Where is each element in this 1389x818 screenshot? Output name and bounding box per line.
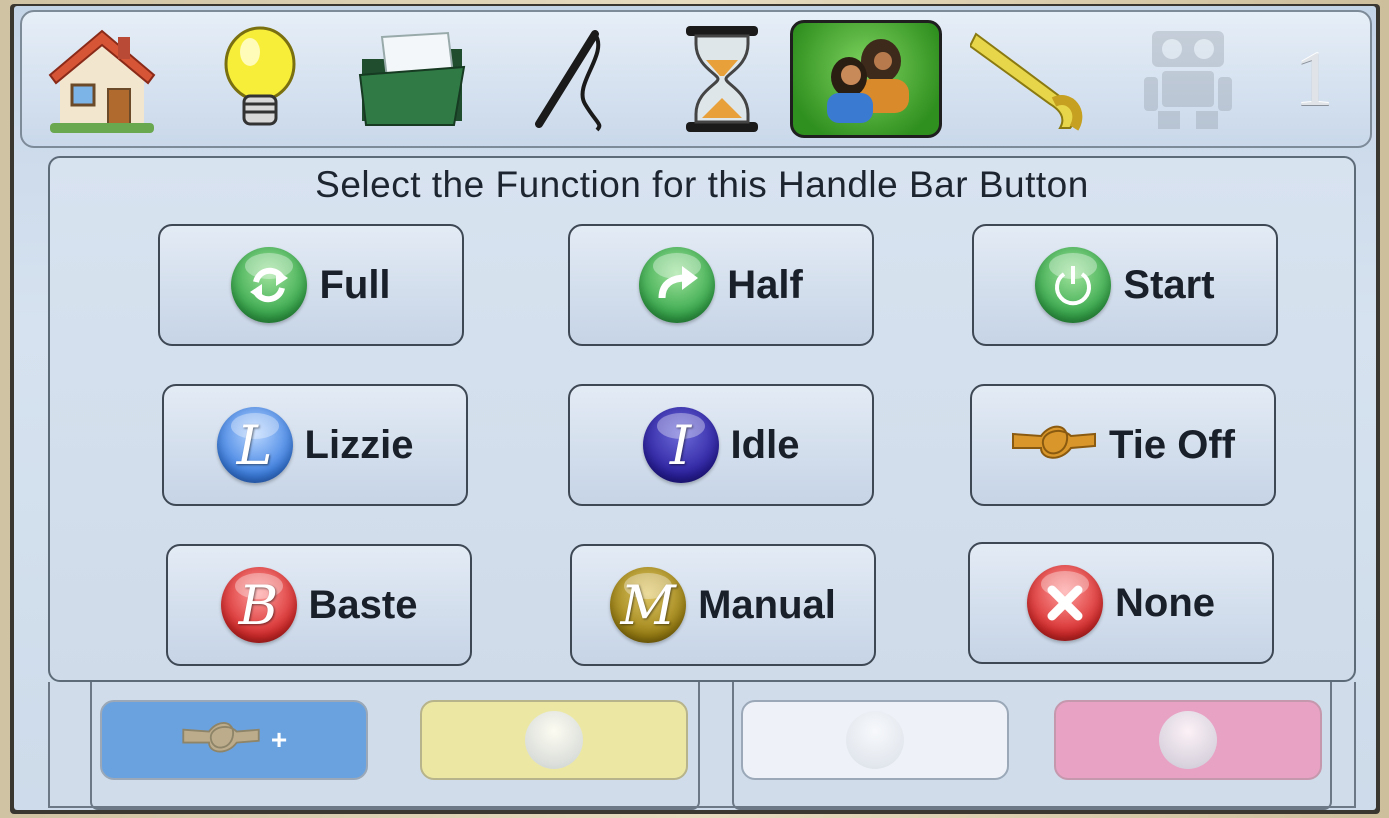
power-icon [1035,247,1112,323]
baste-button-label: Baste [308,582,418,627]
close-x-icon [1027,565,1103,641]
idle-button-label: Idle [730,422,800,467]
none-button-label: None [1115,580,1215,625]
lizzie-button[interactable]: L Lizzie [162,384,468,506]
start-button-label: Start [1123,262,1215,307]
letter-b: B [238,573,279,637]
tie-off-button[interactable]: Tie Off [970,384,1276,506]
manual-button-label: Manual [698,582,836,627]
forward-arrow-icon [639,247,716,323]
cycle-arrows-icon [846,711,904,769]
manual-button[interactable]: M Manual [570,544,876,666]
letter-l: L [236,413,273,477]
hourglass-icon[interactable] [662,20,782,138]
handlebar-slot-1[interactable]: + [100,700,368,780]
touch-screen: 1 Select the Function for this Handle Ba… [10,4,1380,814]
none-button[interactable]: None [968,542,1274,664]
handlebar-slot-4[interactable] [1054,700,1322,780]
tie-off-button-label: Tie Off [1109,422,1235,467]
house-icon[interactable] [42,20,162,138]
cycle-arrows-icon [231,247,308,323]
forward-arrow-icon [525,711,583,769]
half-button-label: Half [727,262,803,307]
page-title: Select the Function for this Handle Bar … [315,164,1089,205]
letter-i: I [669,413,692,477]
letter-i-icon: I [642,407,719,483]
idle-button[interactable]: I Idle [568,384,874,506]
needle-icon[interactable] [510,20,630,138]
function-select-panel: Select the Function for this Handle Bar … [48,156,1356,682]
plus-sign: + [270,724,288,755]
baste-button[interactable]: B Baste [166,544,472,666]
start-button[interactable]: Start [972,224,1278,346]
handlebar-slot-2[interactable] [420,700,688,780]
folder-icon[interactable] [352,20,472,138]
full-button[interactable]: Full [158,224,464,346]
power-icon [1159,711,1217,769]
page-number: 1 [1294,35,1334,122]
robot-icon [1128,20,1248,138]
lightbulb-icon[interactable] [200,20,320,138]
full-button-label: Full [319,262,391,307]
measuring-tape-icon[interactable] [970,20,1090,138]
handlebar-slot-3[interactable] [741,700,1009,780]
knot-icon [181,715,261,766]
letter-b-icon: B [220,567,297,643]
letter-m: M [620,573,676,637]
knot-icon [1011,418,1097,473]
letter-m-icon: M [610,567,687,643]
lizzie-button-label: Lizzie [304,422,414,467]
letter-l-icon: L [216,407,293,483]
screen-background: 1 Select the Function for this Handle Ba… [14,6,1376,810]
users-icon[interactable] [790,20,942,138]
half-button[interactable]: Half [568,224,874,346]
top-toolbar: 1 [20,10,1372,148]
page-number-indicator[interactable]: 1 [1254,20,1374,138]
